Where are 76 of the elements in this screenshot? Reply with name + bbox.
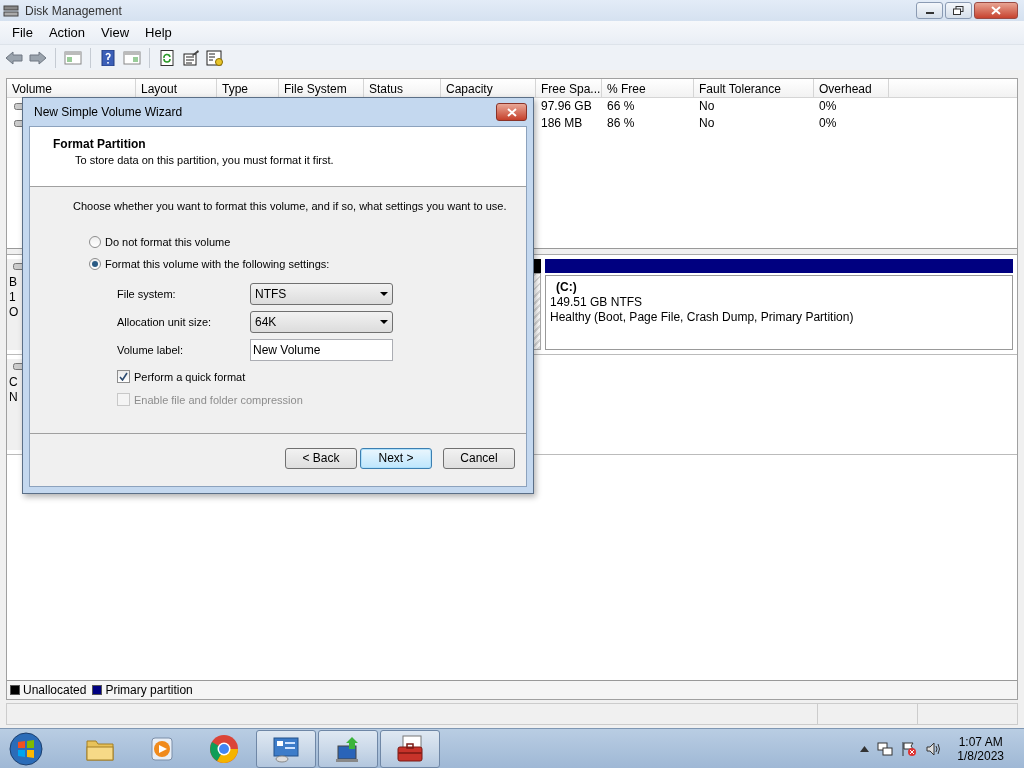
settings-icon[interactable] — [206, 49, 224, 66]
disk-label: 1 — [9, 291, 16, 304]
field-label: Allocation unit size: — [117, 316, 213, 328]
disk-label: C — [9, 376, 18, 389]
caret-icon — [380, 292, 388, 296]
wizard-button[interactable]: Cancel — [443, 447, 515, 469]
checkbox[interactable] — [117, 370, 130, 383]
wizard-button[interactable]: Next > — [360, 447, 432, 469]
partition-status: Healthy (Boot, Page File, Crash Dump, Primary Partition) — [550, 310, 855, 324]
partition-size: 149.51 GB NTFS — [550, 295, 644, 309]
dropdown[interactable]: 64K — [250, 311, 393, 333]
legend-label: Unallocated — [23, 683, 87, 697]
table-cell-text: 66 % — [606, 98, 636, 115]
refresh-icon[interactable] — [158, 49, 176, 66]
dropdown[interactable]: NTFS — [250, 283, 393, 305]
checkbox-label: Enable file and folder compression — [134, 393, 303, 406]
clock-date[interactable]: 1/8/2023 — [957, 748, 1004, 763]
toolbox-icon — [394, 732, 426, 765]
browser-icon — [208, 732, 240, 765]
properties-icon[interactable] — [182, 49, 200, 66]
radio-button[interactable] — [89, 258, 101, 270]
taskbar-button[interactable] — [380, 729, 440, 768]
clock-time[interactable]: 1:07 AM — [958, 734, 1003, 749]
speaker-icon[interactable] — [925, 740, 942, 757]
column-header[interactable]: Overhead — [814, 79, 889, 97]
restore-button[interactable] — [945, 2, 972, 19]
column-header[interactable]: % Free — [602, 79, 694, 97]
checkbox-label[interactable]: Perform a quick format — [134, 370, 246, 383]
table-cell-text: 186 MB — [540, 115, 584, 132]
legend-label: Primary partition — [105, 683, 193, 697]
field-label: Volume label: — [117, 344, 185, 356]
start-button[interactable] — [9, 731, 43, 766]
header-subtitle: To store data on this partition, you must format it first. — [74, 154, 335, 166]
header-title: Format Partition — [53, 137, 147, 151]
disk-label: O — [9, 306, 19, 319]
table-cell-text: 0% — [818, 115, 838, 132]
partition-name: (C:) — [555, 280, 578, 294]
back-arrow-icon[interactable] — [5, 49, 23, 66]
close-icon[interactable] — [991, 6, 1001, 15]
table-cell-text: 0% — [818, 98, 838, 115]
option-label[interactable]: Do not format this volume — [105, 236, 231, 248]
instruction-text: Choose whether you want to format this volume, and if so, what settings you want to use. — [73, 200, 508, 212]
network-icon[interactable] — [877, 740, 894, 757]
menu-item[interactable]: Action — [40, 23, 94, 42]
disk-label: N — [9, 391, 18, 404]
table-cell-text: 97.96 GB — [540, 98, 593, 115]
close-button[interactable] — [974, 2, 1018, 19]
column-header[interactable]: Free Spa... — [536, 79, 602, 97]
disk-label: B — [9, 276, 17, 289]
flag-icon[interactable] — [901, 740, 918, 757]
wizard-button[interactable]: < Back — [285, 447, 357, 469]
help-icon[interactable] — [99, 49, 117, 66]
dialog-title: New Simple Volume Wizard — [34, 105, 183, 119]
menu-item[interactable]: File — [4, 23, 41, 42]
restore-icon[interactable] — [953, 6, 964, 15]
option-label[interactable]: Format this volume with the following settings: — [105, 258, 330, 270]
text-field[interactable]: New Volume — [250, 339, 393, 361]
show-hidden-icons-icon[interactable] — [860, 745, 870, 752]
partition-box[interactable]: (C:) 149.51 GB NTFS Healthy (Boot, Page File, Crash Dump, Primary Partition) — [545, 275, 1013, 350]
field-label: File system: — [117, 288, 177, 300]
menu-item[interactable]: Help — [137, 23, 180, 42]
forward-arrow-icon[interactable] — [29, 49, 47, 66]
taskbar-button[interactable] — [318, 729, 378, 768]
caret-icon — [380, 320, 388, 324]
disk-icon — [3, 3, 19, 18]
table-cell-text: No — [698, 115, 716, 132]
radio-button[interactable] — [89, 236, 101, 248]
window-title: Disk Management — [25, 3, 122, 18]
close-icon[interactable] — [506, 107, 517, 117]
column-header[interactable]: Fault Tolerance — [694, 79, 814, 97]
table-cell-text: No — [698, 98, 716, 115]
taskbar-button[interactable] — [256, 729, 316, 768]
table-cell-text: 86 % — [606, 115, 636, 132]
minimize-button[interactable] — [916, 2, 943, 19]
close-button[interactable] — [496, 103, 527, 121]
menu-item[interactable]: View — [93, 23, 138, 42]
